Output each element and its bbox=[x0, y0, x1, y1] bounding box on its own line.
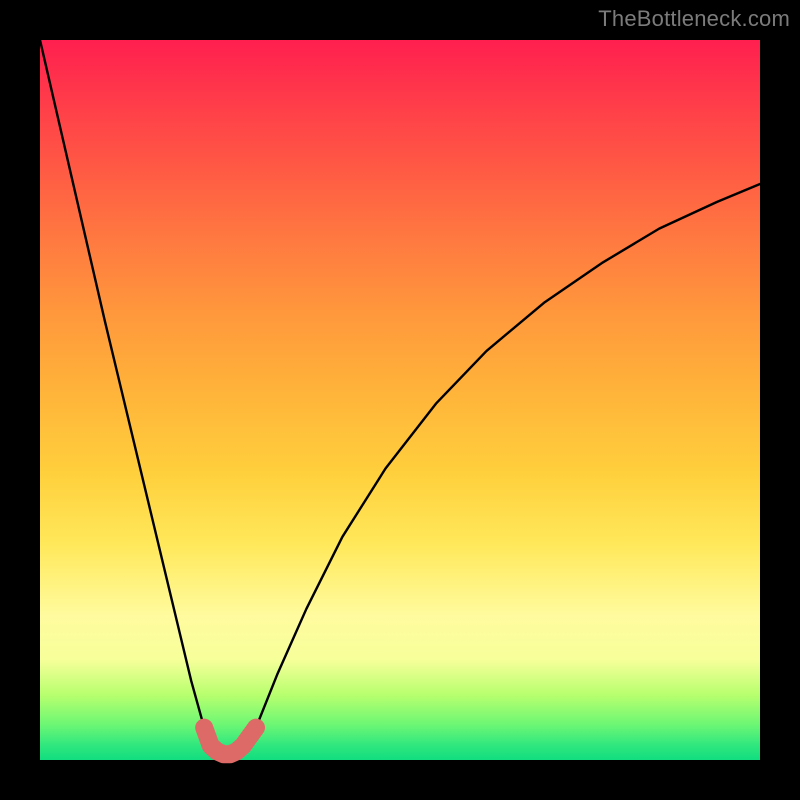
watermark-text: TheBottleneck.com bbox=[598, 6, 790, 32]
bottleneck-curve bbox=[40, 40, 760, 754]
curve-svg bbox=[40, 40, 760, 760]
chart-frame: TheBottleneck.com bbox=[0, 0, 800, 800]
bottleneck-minimum-highlight bbox=[204, 728, 256, 755]
plot-area bbox=[40, 40, 760, 760]
